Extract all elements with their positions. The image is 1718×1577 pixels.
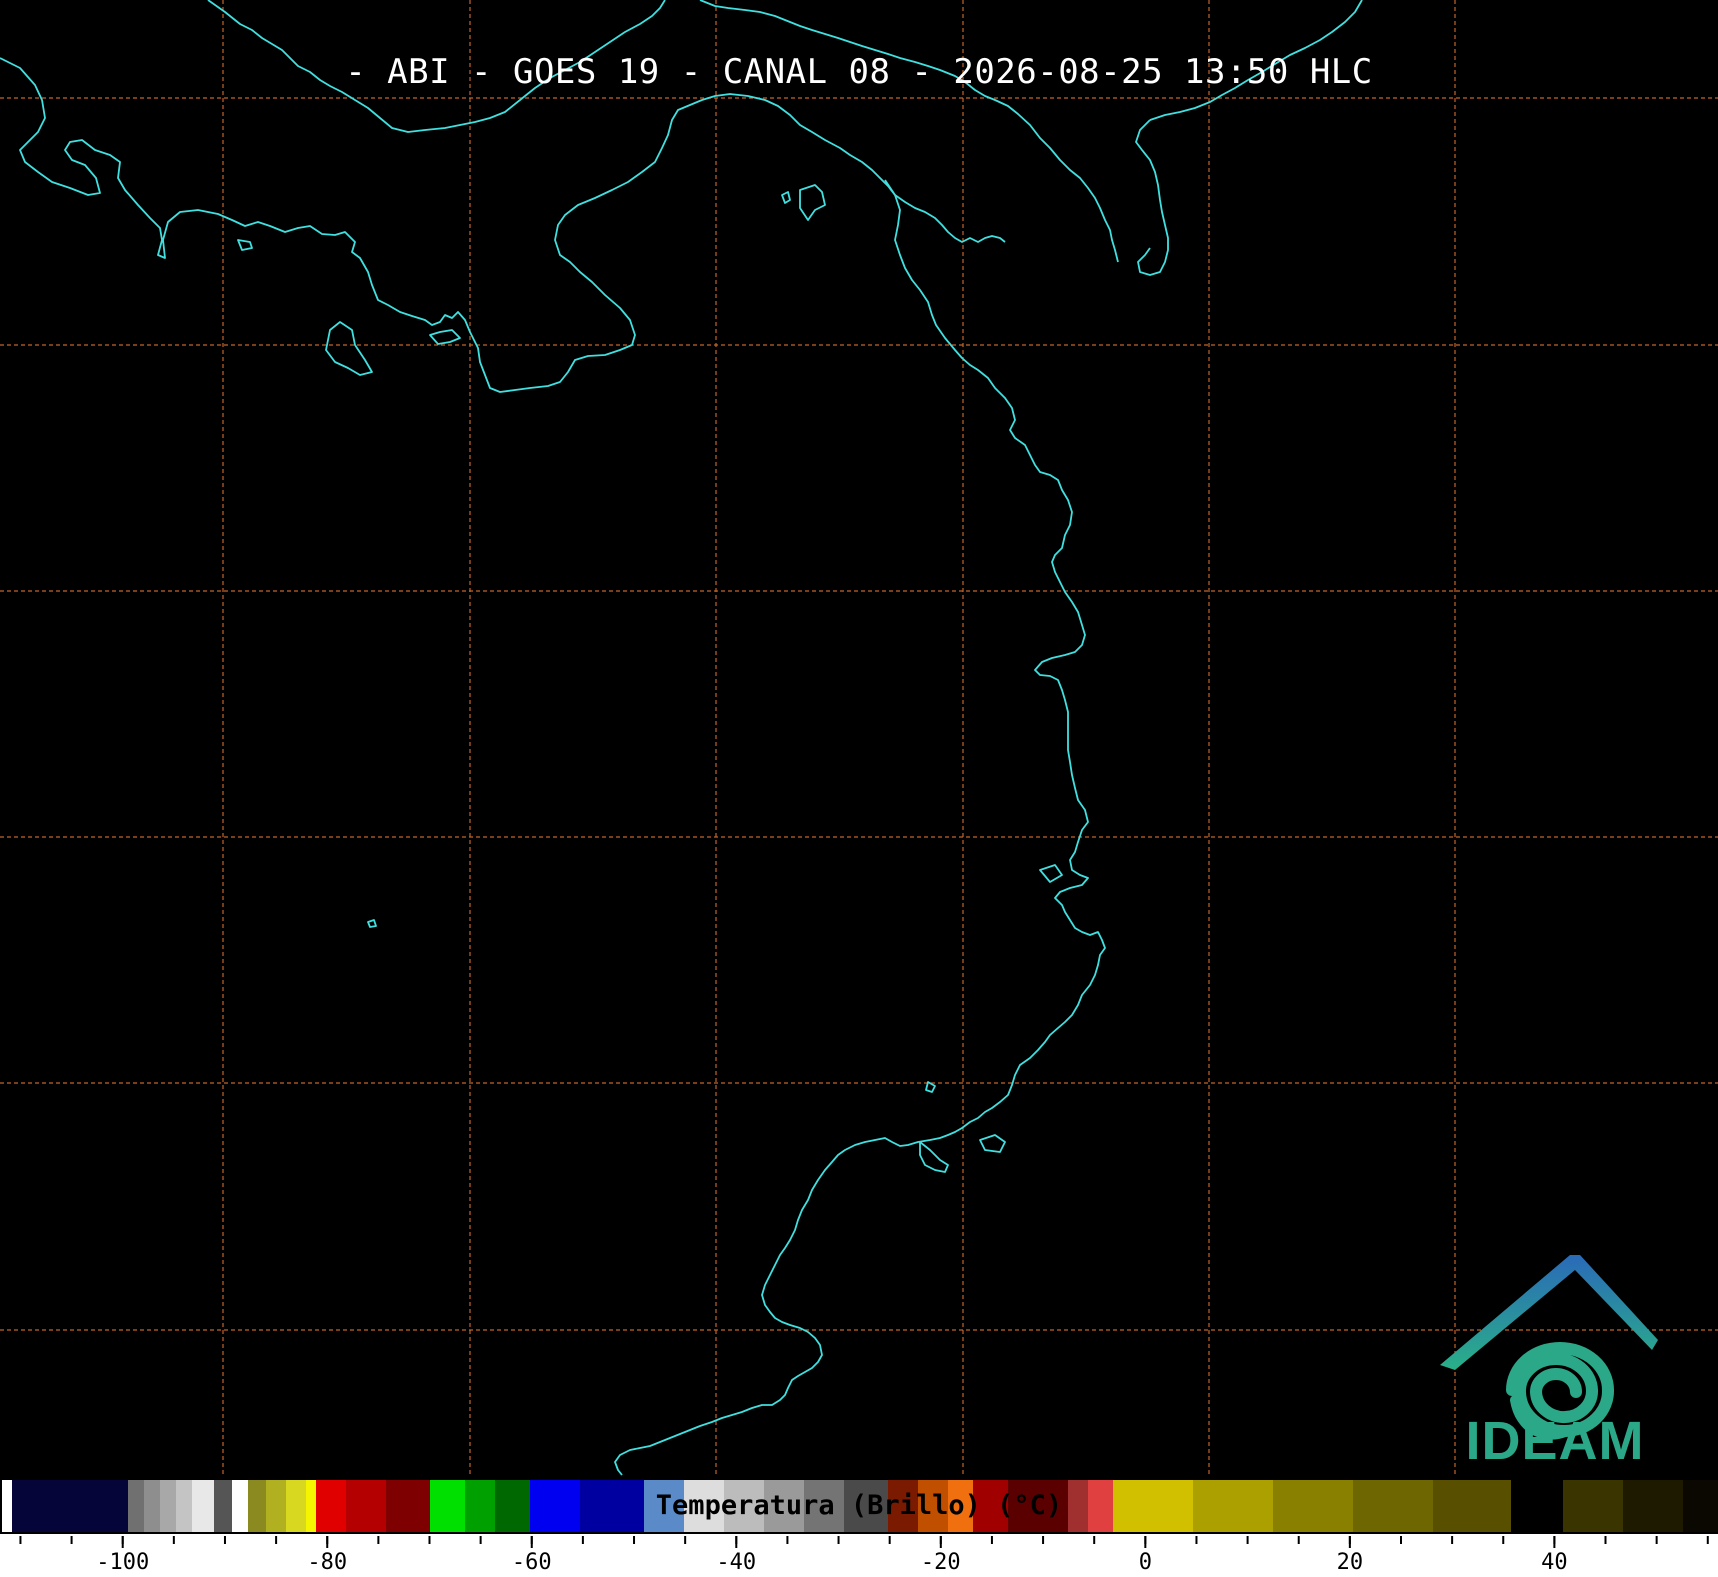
colorbar-tick-label: -80 [307, 1550, 348, 1575]
colorbar-tick-label: -20 [920, 1550, 961, 1575]
map-title: - ABI - GOES 19 - CANAL 08 - 2026-08-25 … [345, 52, 1373, 92]
colorbar-tick-label: 40 [1541, 1550, 1568, 1575]
colorbar-tick-label: -40 [716, 1550, 757, 1575]
colorbar-tick-label: -100 [96, 1550, 150, 1575]
colorbar-axis-background [0, 1534, 1718, 1577]
colorbar-tick-label: 20 [1336, 1550, 1364, 1575]
colorbar-tick-label: -60 [511, 1550, 552, 1575]
ideam-logo-text: IDEAM [1465, 1411, 1645, 1471]
satellite-map [0, 0, 1718, 1577]
colorbar [0, 1478, 1718, 1534]
colorbar-tick-label: 0 [1138, 1550, 1152, 1575]
